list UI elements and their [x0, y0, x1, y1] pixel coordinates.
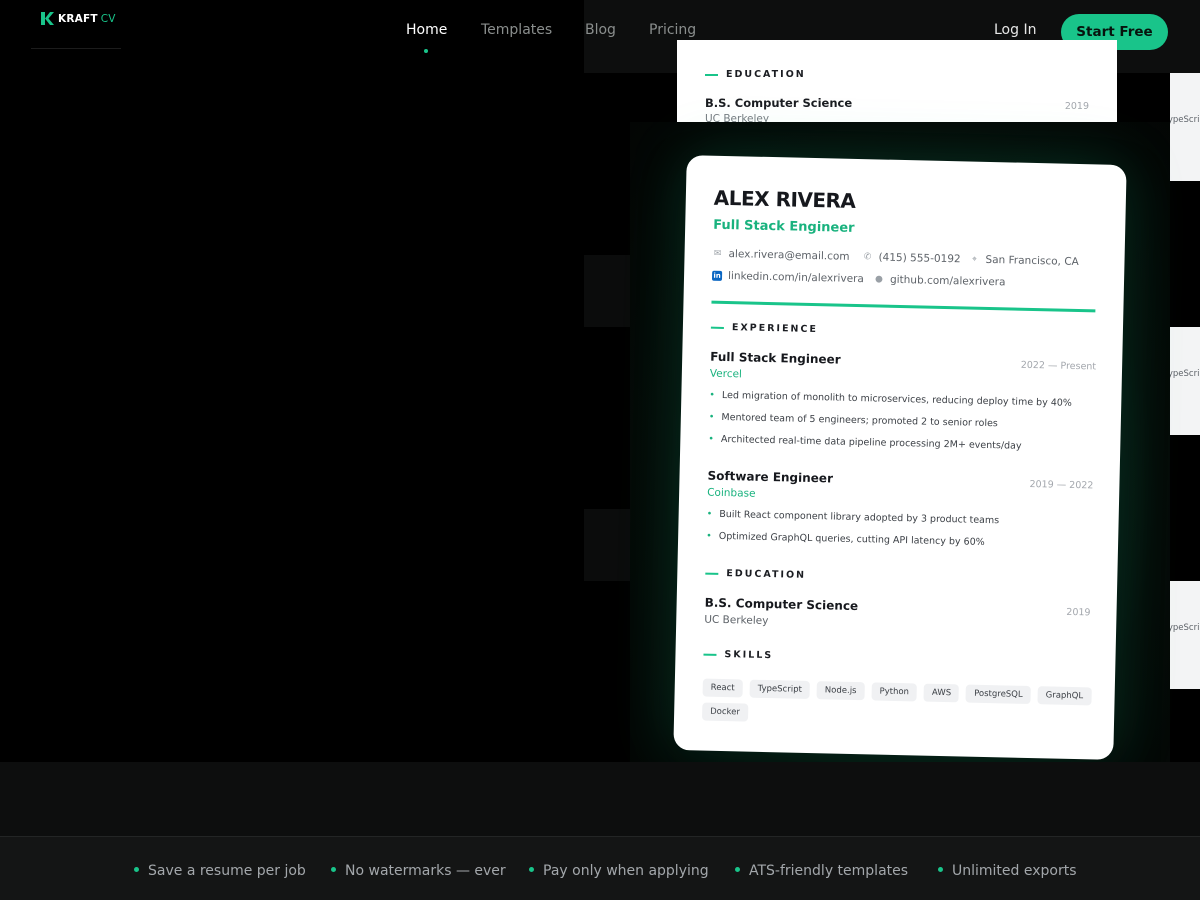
skills-heading: SKILLS — [703, 649, 773, 661]
github-icon: ● — [874, 274, 884, 285]
skills-list: React TypeScript Node.js Python AWS Post… — [701, 678, 1095, 730]
job-bullet: Built React component library adopted by… — [707, 509, 999, 526]
contact-github: ● github.com/alexrivera — [874, 273, 1006, 289]
contact-phone: ✆ (415) 555-0192 — [863, 251, 961, 266]
linkedin-icon: in — [711, 270, 723, 281]
skill-chip: Node.js — [816, 681, 865, 701]
resume-role: Full Stack Engineer — [713, 217, 855, 236]
skill-chip: PostgreSQL — [965, 684, 1031, 705]
graduation-year: 2019 — [1064, 101, 1089, 112]
bullet-dot-icon — [331, 866, 336, 872]
bullet-dot-icon — [938, 866, 943, 872]
job-bullet: Optimized GraphQL queries, cutting API l… — [706, 531, 985, 548]
skill-chip: TypeScript — [749, 679, 811, 700]
contact-location: ⌖ San Francisco, CA — [969, 254, 1079, 268]
side-card-slice: TypeScript — [1170, 581, 1200, 689]
skill-chip: Docker — [701, 702, 749, 722]
feature-item: Pay only when applying — [529, 863, 709, 879]
skill-chip: GraphQL — [1037, 686, 1092, 706]
school-name: UC Berkeley — [704, 613, 769, 628]
bullet-dot-icon — [735, 866, 740, 872]
job-bullet: Led migration of monolith to microservic… — [709, 390, 1072, 409]
feature-item: Unlimited exports — [938, 863, 1077, 879]
resume-name: ALEX RIVERA — [713, 185, 856, 213]
graduation-year: 2019 — [1066, 606, 1091, 619]
education-heading: EDUCATION — [705, 568, 806, 581]
job-bullet: Architected real-time data pipeline proc… — [708, 434, 1022, 452]
feature-item: ATS-friendly templates — [735, 863, 908, 879]
skill-chip: AWS — [923, 683, 960, 703]
nav-blog[interactable]: Blog — [585, 22, 616, 38]
job-title: Software Engineer — [707, 468, 834, 486]
nav-home[interactable]: Home — [406, 22, 447, 38]
skill-chip: Python — [871, 682, 918, 702]
header-divider — [711, 300, 1096, 313]
logo-divider — [31, 48, 121, 49]
bullet-dot-icon — [134, 866, 139, 872]
nav-pricing[interactable]: Pricing — [649, 22, 696, 38]
side-card-slice: TypeScript — [1170, 73, 1200, 181]
mail-icon: ✉ — [713, 248, 722, 259]
section-heading: EDUCATION — [705, 69, 806, 80]
background-resume-card: EDUCATION B.S. Computer Science UC Berke… — [677, 40, 1117, 122]
job-company: Coinbase — [707, 486, 756, 500]
degree-title: B.S. Computer Science — [705, 96, 853, 110]
background-panel — [584, 509, 630, 581]
resume-preview-card: ALEX RIVERA Full Stack Engineer ✉ alex.ri… — [673, 155, 1127, 760]
active-nav-indicator — [424, 49, 428, 53]
job-dates: 2022 — Present — [1020, 359, 1097, 373]
feature-item: Save a resume per job — [134, 863, 306, 879]
school-name: UC Berkeley — [705, 113, 770, 122]
section-divider-band — [0, 762, 1200, 836]
job-dates: 2019 — 2022 — [1029, 478, 1094, 492]
background-panel — [584, 255, 630, 327]
job-company: Vercel — [709, 367, 743, 381]
job-bullet: Mentored team of 5 engineers; promoted 2… — [709, 412, 998, 429]
feature-item: No watermarks — ever — [331, 863, 506, 879]
map-pin-icon: ⌖ — [971, 254, 978, 265]
degree-title: B.S. Computer Science — [704, 595, 859, 614]
bullet-dot-icon — [529, 866, 534, 872]
nav-templates[interactable]: Templates — [481, 22, 552, 38]
side-card-slice: TypeScript — [1170, 327, 1200, 435]
job-title: Full Stack Engineer — [710, 349, 841, 367]
phone-icon: ✆ — [863, 252, 872, 263]
skill-chip: React — [702, 678, 743, 698]
feature-strip: Save a resume per job No watermarks — ev… — [0, 836, 1200, 900]
contact-linkedin: in linkedin.com/in/alexrivera — [711, 270, 864, 286]
login-link[interactable]: Log In — [994, 22, 1036, 38]
experience-heading: EXPERIENCE — [710, 322, 818, 335]
contact-email: ✉ alex.rivera@email.com — [713, 248, 850, 263]
